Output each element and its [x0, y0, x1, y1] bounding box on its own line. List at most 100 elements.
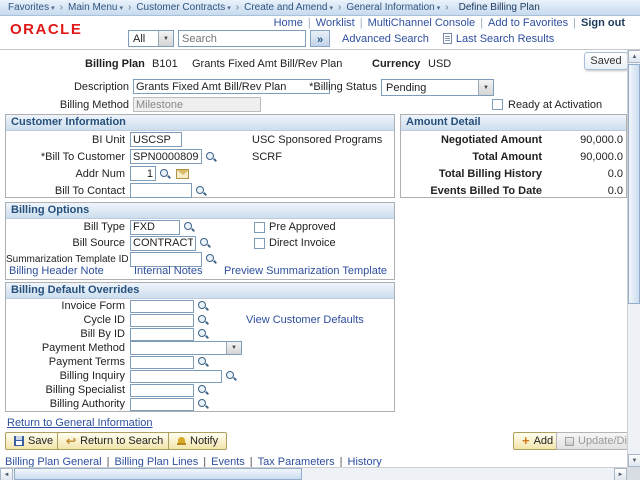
breadcrumb-item-main-menu[interactable]: Main Menu — [68, 2, 123, 13]
lookup-icon[interactable] — [225, 370, 237, 382]
ready-at-activation-checkbox[interactable] — [492, 99, 503, 110]
lookup-icon[interactable] — [205, 151, 217, 163]
breadcrumb-separator-icon — [231, 2, 244, 13]
billing-authority-row: Billing Authority — [6, 397, 394, 411]
total-amount-label: Total Amount — [401, 151, 550, 163]
total-billing-history-label: Total Billing History — [401, 168, 550, 180]
billing-header-note-link[interactable]: Billing Header Note — [9, 265, 104, 277]
horizontal-scrollbar[interactable] — [0, 467, 627, 480]
scroll-down-arrow[interactable] — [628, 454, 640, 467]
lookup-icon[interactable] — [197, 300, 209, 312]
view-customer-defaults-link[interactable]: View Customer Defaults — [246, 314, 364, 326]
header-divider — [0, 49, 640, 50]
billing-status-value: Pending — [382, 82, 478, 94]
bill-to-contact-row: Bill To Contact — [6, 182, 394, 199]
pre-approved-checkbox[interactable] — [254, 222, 265, 233]
lookup-icon[interactable] — [197, 328, 209, 340]
bill-source-input[interactable] — [130, 236, 196, 251]
vertical-scrollbar[interactable] — [627, 50, 640, 467]
breadcrumb-item-customer-contracts[interactable]: Customer Contracts — [136, 2, 230, 13]
bill-type-label: Bill Type — [6, 221, 130, 233]
header-link-home[interactable]: Home — [274, 17, 303, 29]
billing-status-select[interactable]: Pending — [381, 79, 494, 96]
header-link-worklist[interactable]: Worklist — [316, 17, 355, 29]
vertical-scroll-thumb[interactable] — [628, 64, 640, 304]
amount-row: Total Amount 90,000.0 — [401, 148, 626, 165]
billing-plan-label: Billing Plan — [85, 58, 145, 70]
breadcrumb-separator-icon — [123, 2, 136, 13]
lookup-icon[interactable] — [195, 185, 207, 197]
amount-detail-groupbox: Amount Detail Negotiated Amount 90,000.0… — [400, 114, 627, 198]
internal-notes-link[interactable]: Internal Notes — [134, 265, 202, 277]
bill-by-id-row: Bill By ID — [6, 327, 394, 341]
payment-method-select[interactable] — [130, 341, 242, 355]
amount-row: Events Billed To Date 0.0 — [401, 182, 626, 199]
breadcrumb: Favorites Main Menu Customer Contracts C… — [0, 0, 640, 16]
horizontal-scroll-thumb[interactable] — [14, 468, 302, 480]
preview-summarization-template-link[interactable]: Preview Summarization Template — [224, 265, 387, 277]
return-to-general-information-link[interactable]: Return to General Information — [7, 417, 153, 429]
search-go-button[interactable] — [310, 30, 330, 47]
events-billed-to-date-value: 0.0 — [550, 185, 626, 197]
billing-status-label: *Billing Status — [250, 81, 377, 93]
scroll-right-arrow[interactable] — [614, 468, 627, 480]
direct-invoice-checkbox[interactable] — [254, 238, 265, 249]
separator — [480, 17, 483, 29]
save-button-label: Save — [28, 435, 53, 447]
search-input[interactable] — [178, 30, 306, 47]
bill-by-id-input[interactable] — [130, 328, 194, 341]
breadcrumb-item-create-and-amend[interactable]: Create and Amend — [244, 2, 333, 13]
notify-button[interactable]: Notify — [168, 432, 227, 450]
add-button[interactable]: Add — [513, 432, 562, 450]
lookup-icon[interactable] — [205, 253, 217, 265]
billing-inquiry-input[interactable] — [130, 370, 222, 383]
search-scope-select[interactable]: All — [128, 30, 174, 47]
save-button[interactable]: Save — [5, 432, 62, 450]
cycle-id-input[interactable] — [130, 314, 194, 327]
lookup-icon[interactable] — [159, 168, 171, 180]
invoice-form-input[interactable] — [130, 300, 194, 313]
bill-type-input[interactable] — [130, 220, 180, 235]
amount-detail-title: Amount Detail — [401, 115, 626, 131]
bill-to-customer-description: SCRF — [252, 151, 282, 163]
bill-to-contact-label: Bill To Contact — [6, 185, 130, 197]
lookup-icon[interactable] — [197, 314, 209, 326]
payment-method-label: Payment Method — [6, 342, 130, 354]
last-search-results-link[interactable]: Last Search Results — [456, 33, 554, 45]
billing-specialist-input[interactable] — [130, 384, 194, 397]
header-link-add-to-favorites[interactable]: Add to Favorites — [488, 17, 568, 29]
lookup-icon[interactable] — [197, 356, 209, 368]
advanced-search-link[interactable]: Advanced Search — [342, 33, 429, 45]
breadcrumb-separator-icon — [333, 2, 346, 13]
currency-value: USD — [428, 58, 451, 70]
cycle-id-label: Cycle ID — [6, 314, 130, 326]
plus-icon — [522, 434, 530, 448]
envelope-icon[interactable] — [176, 169, 189, 179]
bill-type-row: Bill Type Pre Approved — [6, 219, 394, 235]
lookup-icon[interactable] — [183, 221, 195, 233]
payment-terms-input[interactable] — [130, 356, 194, 369]
lookup-icon[interactable] — [197, 398, 209, 410]
breadcrumb-separator-icon — [440, 2, 453, 13]
return-arrow-icon — [66, 435, 76, 448]
signout-link[interactable]: Sign out — [581, 17, 625, 29]
addr-num-input[interactable] — [130, 166, 156, 181]
bill-to-customer-input[interactable] — [130, 149, 202, 164]
description-label: Description — [0, 81, 129, 93]
invoice-form-label: Invoice Form — [6, 300, 130, 312]
bill-source-row: Bill Source Direct Invoice — [6, 235, 394, 251]
lookup-icon[interactable] — [199, 237, 211, 249]
breadcrumb-label: Main Menu — [68, 2, 117, 13]
return-to-search-button[interactable]: Return to Search — [57, 432, 172, 450]
scroll-left-arrow[interactable] — [0, 468, 13, 480]
scroll-up-arrow[interactable] — [628, 50, 640, 63]
lookup-icon[interactable] — [197, 384, 209, 396]
billing-default-overrides-title: Billing Default Overrides — [6, 283, 394, 299]
bill-to-contact-input[interactable] — [130, 183, 192, 198]
breadcrumb-item-general-information[interactable]: General Information — [346, 2, 440, 13]
breadcrumb-item-favorites[interactable]: Favorites — [8, 2, 55, 13]
chevron-down-icon — [226, 342, 241, 354]
billing-authority-input[interactable] — [130, 398, 194, 411]
bi-unit-input[interactable] — [130, 132, 182, 147]
header-link-multichannel-console[interactable]: MultiChannel Console — [368, 17, 476, 29]
